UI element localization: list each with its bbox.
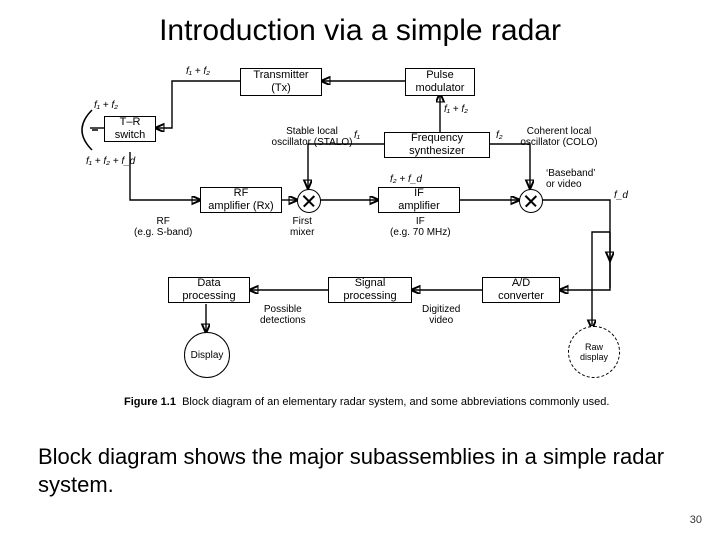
- label-f1f2fd: f₁ + f₂ + f_d: [86, 156, 135, 167]
- block-pulse-modulator: Pulse modulator: [405, 68, 475, 96]
- label-f2fd: f₂ + f_d: [390, 174, 422, 185]
- block-tr-switch: T–R switch: [104, 116, 156, 142]
- radar-block-diagram: Transmitter (Tx) Pulse modulator T–R swi…: [90, 60, 630, 420]
- label-f1f2-top: f₁ + f₂: [186, 66, 210, 77]
- figure-caption: Figure 1.1 Block diagram of an elementar…: [124, 396, 609, 408]
- label-first-mixer: First mixer: [290, 216, 314, 238]
- label-fd: f_d: [614, 190, 628, 201]
- block-raw-display: Raw display: [568, 326, 620, 378]
- block-rf-amplifier: RF amplifier (Rx): [200, 187, 282, 213]
- block-frequency-synthesizer: Frequency synthesizer: [384, 132, 490, 158]
- label-possible-detections: Possible detections: [260, 304, 306, 326]
- block-transmitter: Transmitter (Tx): [240, 68, 322, 96]
- label-f1f2-mid: f₁ + f₂: [444, 104, 468, 115]
- label-f2: f₂: [496, 130, 503, 141]
- block-display: Display: [184, 332, 230, 378]
- block-ad-converter: A/D converter: [482, 277, 560, 303]
- label-colo: Coherent local oscillator (COLO): [504, 126, 614, 148]
- block-signal-processing: Signal processing: [328, 277, 412, 303]
- label-if-caption: IF (e.g. 70 MHz): [390, 216, 451, 238]
- label-baseband: ‘Baseband’ or video: [546, 168, 595, 190]
- label-stalo: Stable local oscillator (STALO): [264, 126, 360, 148]
- first-mixer-icon: [297, 189, 321, 213]
- block-if-amplifier: IF amplifier: [378, 187, 460, 213]
- antenna-icon: [68, 108, 98, 157]
- page-title: Introduction via a simple radar: [0, 14, 720, 48]
- label-digitized-video: Digitized video: [422, 304, 460, 326]
- block-data-processing: Data processing: [168, 277, 250, 303]
- footer-text: Block diagram shows the major subassembl…: [38, 443, 680, 498]
- second-mixer-icon: [519, 189, 543, 213]
- page-number: 30: [690, 514, 702, 526]
- label-rf-band: RF (e.g. S-band): [134, 216, 192, 238]
- label-f1f2-left: f₁ + f₂: [94, 100, 118, 111]
